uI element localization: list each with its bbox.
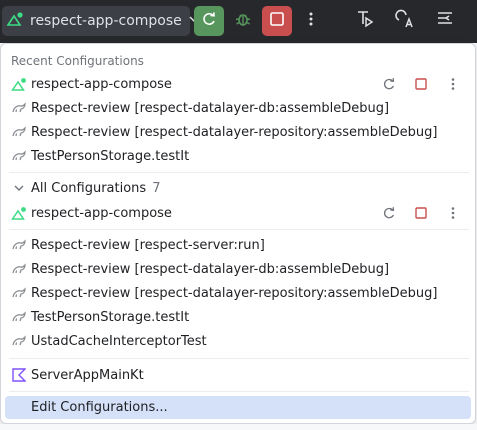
config-label: respect-app-compose: [31, 205, 172, 221]
chevron-down-icon: [11, 180, 27, 196]
structure-icon: [435, 9, 455, 33]
more-vertical-icon[interactable]: [445, 76, 461, 92]
row-actions: [381, 73, 461, 95]
more-vertical-icon: [308, 11, 314, 32]
config-item[interactable]: Respect-review [respect-server:run]: [5, 234, 471, 256]
run-with-coverage-icon: [355, 9, 375, 33]
config-label: respect-app-compose: [31, 76, 172, 92]
stop-button[interactable]: [262, 6, 292, 36]
more-actions-button[interactable]: [296, 6, 326, 36]
debug-button[interactable]: [228, 6, 258, 36]
gradle-icon: [11, 309, 27, 325]
config-label: Respect-review [respect-datalayer-reposi…: [31, 124, 438, 140]
main-toolbar: respect-app-compose: [0, 0, 477, 43]
config-label: Respect-review [respect-datalayer-db:ass…: [31, 100, 390, 116]
recent-configurations-header: Recent Configurations: [11, 54, 144, 68]
config-item[interactable]: UstadCacheInterceptorTest: [5, 330, 471, 352]
stop-icon: [269, 11, 285, 31]
divider: [9, 229, 469, 230]
all-configurations-header: All Configurations: [31, 180, 147, 196]
stop-icon[interactable]: [413, 205, 429, 221]
rerun-icon: [201, 11, 217, 31]
android-run-config-icon: [11, 205, 27, 221]
run-config-name: respect-app-compose: [30, 13, 182, 29]
gradle-icon: [11, 285, 27, 301]
all-configurations-toggle[interactable]: All Configurations 7: [5, 177, 471, 199]
gradle-icon: [11, 148, 27, 164]
structure-button[interactable]: [430, 6, 460, 36]
gradle-icon: [11, 333, 27, 349]
config-label: Respect-review [respect-server:run]: [31, 237, 265, 253]
config-item-kotlin[interactable]: ServerAppMainKt: [5, 364, 471, 386]
gradle-icon: [11, 237, 27, 253]
recent-config-item[interactable]: Respect-review [respect-datalayer-db:ass…: [5, 97, 471, 119]
divider: [9, 172, 469, 173]
divider: [9, 358, 469, 359]
config-label: UstadCacheInterceptorTest: [31, 333, 207, 349]
gradle-icon: [11, 100, 27, 116]
more-vertical-icon[interactable]: [445, 205, 461, 221]
translate-button[interactable]: [390, 6, 420, 36]
row-actions: [381, 202, 461, 224]
config-item[interactable]: Respect-review [respect-datalayer-db:ass…: [5, 258, 471, 280]
edit-configurations-item[interactable]: Edit Configurations...: [5, 396, 471, 419]
recent-config-item[interactable]: Respect-review [respect-datalayer-reposi…: [5, 121, 471, 143]
rerun-button[interactable]: [194, 6, 224, 36]
rerun-icon[interactable]: [381, 205, 397, 221]
debug-icon: [234, 10, 252, 32]
translate-icon: [395, 9, 415, 33]
stop-icon[interactable]: [413, 76, 429, 92]
run-config-selector[interactable]: respect-app-compose: [2, 6, 199, 36]
edit-configurations-label: Edit Configurations...: [31, 400, 168, 415]
android-run-config-icon: [11, 76, 27, 92]
gradle-icon: [11, 124, 27, 140]
android-run-config-icon: [6, 10, 24, 32]
divider: [9, 391, 469, 392]
config-label: Respect-review [respect-datalayer-db:ass…: [31, 261, 390, 277]
config-item-pinned[interactable]: respect-app-compose: [5, 202, 471, 224]
config-label: TestPersonStorage.testIt: [31, 148, 190, 164]
recent-config-item[interactable]: respect-app-compose: [5, 73, 471, 95]
configuration-count: 7: [152, 180, 161, 196]
config-label: TestPersonStorage.testIt: [31, 309, 190, 325]
config-label: Respect-review [respect-datalayer-reposi…: [31, 285, 438, 301]
run-configurations-popup: Recent Configurations respect-app-compos…: [0, 43, 476, 424]
gradle-icon: [11, 261, 27, 277]
config-label: ServerAppMainKt: [31, 367, 144, 383]
rerun-icon[interactable]: [381, 76, 397, 92]
run-with-coverage-button[interactable]: [350, 6, 380, 36]
kotlin-icon: [11, 367, 27, 383]
config-item[interactable]: TestPersonStorage.testIt: [5, 306, 471, 328]
recent-config-item[interactable]: TestPersonStorage.testIt: [5, 145, 471, 167]
config-item[interactable]: Respect-review [respect-datalayer-reposi…: [5, 282, 471, 304]
editor-background: [0, 424, 477, 430]
